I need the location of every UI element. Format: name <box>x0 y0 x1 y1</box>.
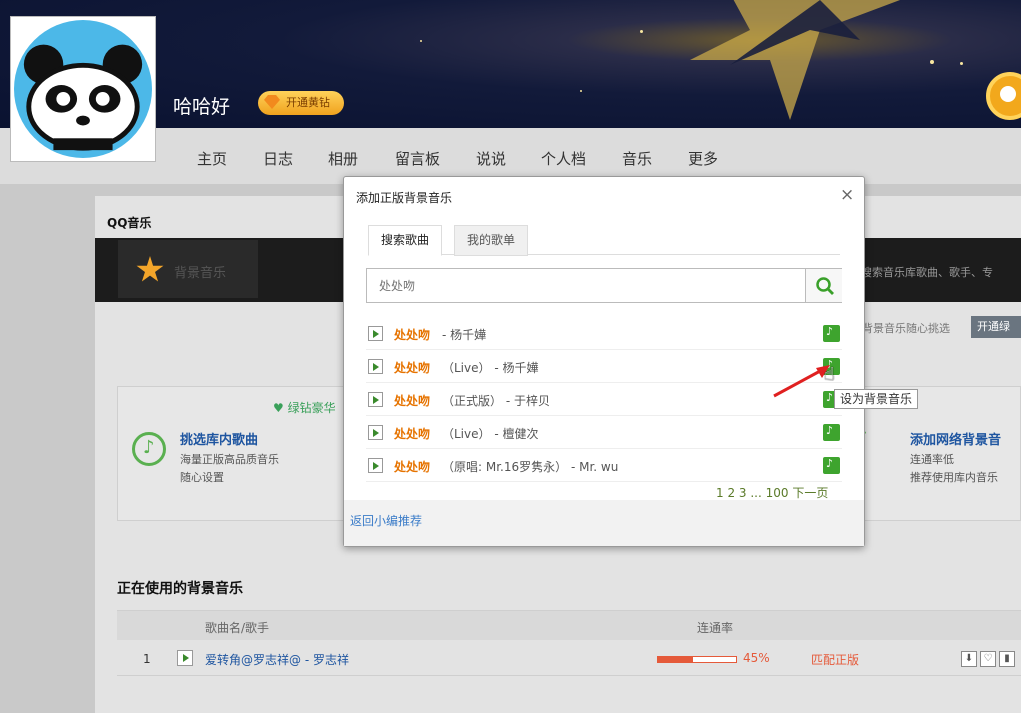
col-connect-rate: 连通率 <box>697 621 734 635</box>
dialog-footer: 返回小编推荐 <box>344 500 864 546</box>
open-vip-button[interactable]: 开通黄钻 <box>258 91 344 115</box>
list-item: 处处吻 - 杨千嬅 <box>366 317 842 350</box>
row-number: 1 <box>143 652 151 666</box>
result-artist: （原唱: Mr.16罗隽永） - Mr. wu <box>442 460 619 474</box>
result-title[interactable]: 处处吻 <box>394 359 430 376</box>
current-music-heading: 正在使用的背景音乐 <box>117 581 243 597</box>
sparkle <box>930 60 934 64</box>
username[interactable]: 哈哈好 <box>173 92 230 119</box>
song-search-input[interactable] <box>367 269 803 302</box>
star-decoration-icon <box>690 0 900 120</box>
tab-my-playlist[interactable]: 我的歌单 <box>454 225 529 256</box>
dialog-tabs: 搜索歌曲 我的歌单 <box>368 225 840 256</box>
song-search-box <box>366 268 842 303</box>
music-note-icon <box>132 432 166 466</box>
pick-library-songs-link[interactable]: 挑选库内歌曲 <box>180 429 258 448</box>
hand-cursor-icon: ☝ <box>824 364 835 385</box>
sparkle <box>420 40 422 42</box>
play-icon[interactable] <box>177 650 193 666</box>
result-artist: （正式版） - 于梓贝 <box>442 394 550 408</box>
connect-rate-fill <box>658 657 694 662</box>
list-item: 处处吻 （Live） - 檀健次 <box>366 416 842 449</box>
qq-music-title: QQ音乐 <box>107 216 152 230</box>
row-song-link[interactable]: 爱转角@罗志祥@ - 罗志祥 <box>205 651 349 668</box>
diamond-icon <box>264 95 280 109</box>
add-network-music-link[interactable]: 添加网络背景音 <box>910 429 1001 448</box>
result-artist: （Live） - 杨千嬅 <box>442 361 539 375</box>
play-icon[interactable] <box>368 359 383 374</box>
library-desc: 海量正版高品质音乐 <box>180 453 279 466</box>
result-artist: - 杨千嬅 <box>442 328 487 342</box>
open-green-diamond-button[interactable]: 开通绿 <box>971 316 1021 338</box>
sparkle <box>640 30 643 33</box>
nav-home[interactable]: 主页 <box>197 148 227 169</box>
green-diamond-text: 绿钻豪华 <box>287 401 336 415</box>
star-icon <box>136 256 164 282</box>
search-icon <box>816 277 834 295</box>
network-desc: 连通率低 <box>910 453 954 466</box>
avatar[interactable] <box>10 16 156 162</box>
qq-coin-icon <box>986 72 1021 120</box>
panda-avatar-image <box>14 20 152 158</box>
result-artist: （Live） - 檀健次 <box>442 427 539 441</box>
nav-blog[interactable]: 日志 <box>263 148 293 169</box>
music-search-hint[interactable]: 搜索音乐库歌曲、歌手、专 <box>861 264 993 280</box>
search-button[interactable] <box>805 269 842 302</box>
connect-rate-value: 45% <box>743 651 770 665</box>
nav-music[interactable]: 音乐 <box>622 148 652 169</box>
list-item: 处处吻 （原唱: Mr.16罗隽永） - Mr. wu <box>366 449 842 482</box>
vip-badge-label: 开通黄钻 <box>286 96 330 109</box>
close-icon[interactable]: × <box>840 185 854 205</box>
promo-text: 背景音乐随心挑选 <box>862 322 950 335</box>
set-background-music-icon[interactable] <box>823 457 840 474</box>
nav-profile[interactable]: 个人档 <box>541 148 586 169</box>
back-to-recommendations-link[interactable]: 返回小编推荐 <box>350 512 422 529</box>
tab-background-music-label: 背景音乐 <box>174 266 227 281</box>
nav-album[interactable]: 相册 <box>328 148 358 169</box>
network-desc: 推荐使用库内音乐 <box>910 471 998 484</box>
set-background-music-icon[interactable] <box>823 424 840 441</box>
green-diamond-label: ♥ 绿钻豪华 <box>273 401 336 415</box>
download-icon[interactable]: ⬇ <box>961 651 977 667</box>
play-icon[interactable] <box>368 392 383 407</box>
sparkle <box>580 90 582 92</box>
play-icon[interactable] <box>368 326 383 341</box>
result-title[interactable]: 处处吻 <box>394 326 430 343</box>
row-actions: ⬇ ♡ ▮ <box>961 650 1018 667</box>
tooltip: 设为背景音乐 <box>834 389 919 409</box>
table-header: 歌曲名/歌手 连通率 <box>117 610 1021 640</box>
favorite-icon[interactable]: ♡ <box>980 651 996 667</box>
tab-background-music[interactable]: 背景音乐 <box>118 240 258 298</box>
play-icon[interactable] <box>368 458 383 473</box>
table-row: 1 爱转角@罗志祥@ - 罗志祥 45% 匹配正版 ⬇ ♡ ▮ <box>117 642 1021 676</box>
pagination[interactable]: 1 2 3 ... 100 下一页 <box>716 484 828 501</box>
sparkle <box>960 62 963 65</box>
match-status[interactable]: 匹配正版 <box>811 651 859 668</box>
play-icon[interactable] <box>368 425 383 440</box>
nav-shuoshuo[interactable]: 说说 <box>476 148 506 169</box>
library-desc: 随心设置 <box>180 471 224 484</box>
set-background-music-icon[interactable] <box>823 325 840 342</box>
more-icon[interactable]: ▮ <box>999 651 1015 667</box>
result-title[interactable]: 处处吻 <box>394 392 430 409</box>
tab-search-songs[interactable]: 搜索歌曲 <box>368 225 443 256</box>
connect-rate-bar <box>657 656 737 663</box>
nav-more[interactable]: 更多 <box>688 148 718 169</box>
col-song-name: 歌曲名/歌手 <box>205 621 270 635</box>
result-title[interactable]: 处处吻 <box>394 458 430 475</box>
nav-messageboard[interactable]: 留言板 <box>395 148 440 169</box>
result-title[interactable]: 处处吻 <box>394 425 430 442</box>
dialog-title: 添加正版背景音乐 <box>356 191 453 205</box>
